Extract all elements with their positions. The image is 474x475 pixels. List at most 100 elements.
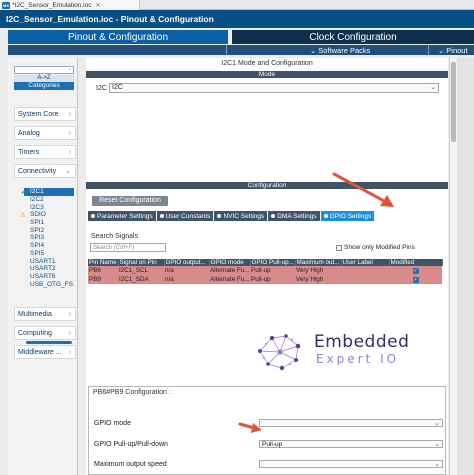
embedded-expert-io-logo: Embedded Expert IO xyxy=(250,328,430,374)
modified-cell: ✓ xyxy=(389,275,442,284)
sidebar-item-spi5[interactable]: SPI5 xyxy=(24,250,74,258)
tab-pinout-configuration[interactable]: Pinout & Configuration xyxy=(8,30,228,44)
table-cell: Very High xyxy=(295,266,341,275)
category-sidebar: ⌄ A->Z Categories System Core › Analog ›… xyxy=(8,58,78,475)
column-header[interactable]: GPIO mode xyxy=(209,259,251,266)
software-packs-menu[interactable]: ⌄ Software Packs xyxy=(310,45,370,55)
vertical-scrollbar[interactable] xyxy=(449,58,457,475)
table-cell: n/a xyxy=(164,275,209,284)
tab-user-constants[interactable]: User Constants xyxy=(156,211,214,221)
table-row[interactable]: PB9 I2C1_SDA n/a Alternate Fu... Pull-up Very… xyxy=(88,275,442,284)
tab-label: GPIO Settings xyxy=(329,212,372,220)
sidebar-item-label: SDIO xyxy=(30,211,46,219)
sidebar-item-label: SPI3 xyxy=(30,234,45,242)
chevron-right-icon: › xyxy=(68,129,71,137)
chevron-right-icon: › xyxy=(68,110,71,118)
tab-label: DMA Settings xyxy=(277,212,317,220)
chevron-down-icon: ⌄ xyxy=(430,84,436,91)
sidebar-section-analog[interactable]: Analog › xyxy=(14,126,76,140)
i2c-mode-select[interactable]: I2C ⌄ xyxy=(109,83,439,93)
sidebar-section-label: Timers xyxy=(18,148,40,156)
max-speed-select[interactable]: ⌄ xyxy=(259,460,443,468)
tab-gpio-settings[interactable]: GPIO Settings xyxy=(320,211,375,221)
gpio-pull-select[interactable]: Pull-up ⌄ xyxy=(259,440,443,448)
tab-label: NVIC Settings xyxy=(223,212,265,220)
tab-clock-configuration[interactable]: Clock Configuration xyxy=(232,30,474,44)
table-cell xyxy=(341,275,389,284)
sidebar-section-middleware[interactable]: Middleware ... › xyxy=(14,345,76,359)
pin-configuration-group: PB6#PB9 Configuration : GPIO mode ⌄ GPIO… xyxy=(88,386,446,475)
sidebar-item-i2c1[interactable]: ✔ I2C1 xyxy=(21,188,74,196)
tab-parameter-settings[interactable]: Parameter Settings xyxy=(88,211,156,221)
tab-dma-settings[interactable]: DMA Settings xyxy=(268,211,320,221)
categories-button[interactable]: Categories xyxy=(14,82,74,90)
table-cell: n/a xyxy=(164,266,209,275)
reset-configuration-button[interactable]: Reset Configuration xyxy=(92,196,168,206)
sidebar-item-label: SPI2 xyxy=(30,226,45,234)
table-cell: PB9 xyxy=(88,275,118,284)
sidebar-item-label: SPI5 xyxy=(30,249,45,257)
sidebar-section-system-core[interactable]: System Core › xyxy=(14,107,76,121)
sidebar-item-spi4[interactable]: SPI4 xyxy=(24,242,74,250)
tab-nvic-settings[interactable]: NVIC Settings xyxy=(214,211,268,221)
sidebar-item-spi1[interactable]: SPI1 xyxy=(24,219,74,227)
table-header-row: Pin Name Signal on Pin GPIO output... GPIO … xyxy=(88,259,443,266)
table-cell xyxy=(341,266,389,275)
sidebar-item-spi3[interactable]: SPI3 xyxy=(24,234,74,242)
sidebar-item-label: USART1 xyxy=(30,257,56,265)
table-cell: PB6 xyxy=(88,266,118,275)
column-header[interactable]: Maximum out... xyxy=(295,259,342,266)
column-header[interactable]: Pin Name xyxy=(88,259,119,266)
connectivity-list: ✔ I2C1 I2C2 I2C3 ⚠ SDIO SPI1 SPI2 SPI3 SPI4 SPI5 US… xyxy=(20,188,74,288)
pinout-menu[interactable]: ⌄ Pinout xyxy=(438,45,468,55)
sort-alpha-button[interactable]: A->Z xyxy=(14,75,74,82)
chevron-right-icon: › xyxy=(68,148,71,156)
sidebar-item-usart2[interactable]: USART2 xyxy=(24,265,74,273)
max-speed-label: Maximum output speed xyxy=(94,461,167,468)
pinout-label: Pinout xyxy=(446,45,468,55)
radio-dot-icon xyxy=(159,214,164,218)
tab-label: User Constants xyxy=(165,212,211,220)
sidebar-section-computing[interactable]: Computing › xyxy=(14,326,76,340)
sidebar-section-label: Connectivity xyxy=(18,167,57,175)
mode-label: I2C xyxy=(96,85,107,92)
gpio-mode-select[interactable]: ⌄ xyxy=(259,419,443,427)
stm32cubemx-icon: MX xyxy=(2,1,10,9)
table-row[interactable]: PB6 I2C1_SCL n/a Alternate Fu... Pull-up Very… xyxy=(88,266,442,275)
chevron-right-icon: › xyxy=(68,329,71,337)
column-header[interactable]: User Label xyxy=(341,259,390,266)
table-cell: Alternate Fu... xyxy=(209,266,250,275)
sidebar-section-multimedia[interactable]: Multimedia › xyxy=(14,307,76,321)
category-search-input[interactable]: ⌄ xyxy=(14,66,74,74)
sidebar-item-usart6[interactable]: USART6 xyxy=(24,273,74,281)
chevron-down-icon: ⌄ xyxy=(67,66,72,72)
column-header[interactable]: GPIO output... xyxy=(164,259,210,266)
table-cell: I2C1_SCL xyxy=(118,266,164,275)
table-cell: Pull-up xyxy=(250,275,295,284)
software-packs-label: Software Packs xyxy=(318,45,371,55)
sidebar-section-connectivity[interactable]: Connectivity ⌄ xyxy=(14,164,76,178)
chevron-right-icon: › xyxy=(68,310,71,318)
search-signals-input[interactable]: Search (Crtl+F) xyxy=(90,243,166,252)
checkbox-icon xyxy=(336,244,342,251)
sidebar-item-i2c2[interactable]: I2C2 xyxy=(24,196,74,204)
scrollbar-thumb[interactable] xyxy=(451,62,456,142)
sidebar-item-i2c3[interactable]: I2C3 xyxy=(24,203,74,211)
subnav-divider xyxy=(428,45,429,55)
sidebar-item-usart1[interactable]: USART1 xyxy=(24,257,74,265)
file-tab[interactable]: MX *I2C_Sensor_Emulation.ioc ✕ xyxy=(0,0,140,10)
table-cell: Pull-up xyxy=(250,266,295,275)
close-icon[interactable]: ✕ xyxy=(96,2,101,9)
gpio-pull-label: GPIO Pull-up/Pull-down xyxy=(94,441,168,448)
sidebar-item-usb_otg_fs[interactable]: USB_OTG_FS xyxy=(24,280,74,288)
sidebar-item-spi2[interactable]: SPI2 xyxy=(24,226,74,234)
chevron-down-icon: ⌄ xyxy=(310,45,317,55)
sidebar-section-timers[interactable]: Timers › xyxy=(14,145,76,159)
sidebar-item-sdio[interactable]: ⚠ SDIO xyxy=(20,211,74,219)
column-header[interactable]: Signal on Pin xyxy=(118,259,165,266)
horizontal-scrollbar[interactable] xyxy=(26,341,72,344)
column-header[interactable]: GPIO Pull-up... xyxy=(250,259,296,266)
panel-title: I2C1 Mode and Configuration xyxy=(221,60,313,67)
show-modified-pins-checkbox[interactable]: Show only Modified Pins xyxy=(336,244,415,251)
column-header[interactable]: Modified xyxy=(389,259,443,266)
